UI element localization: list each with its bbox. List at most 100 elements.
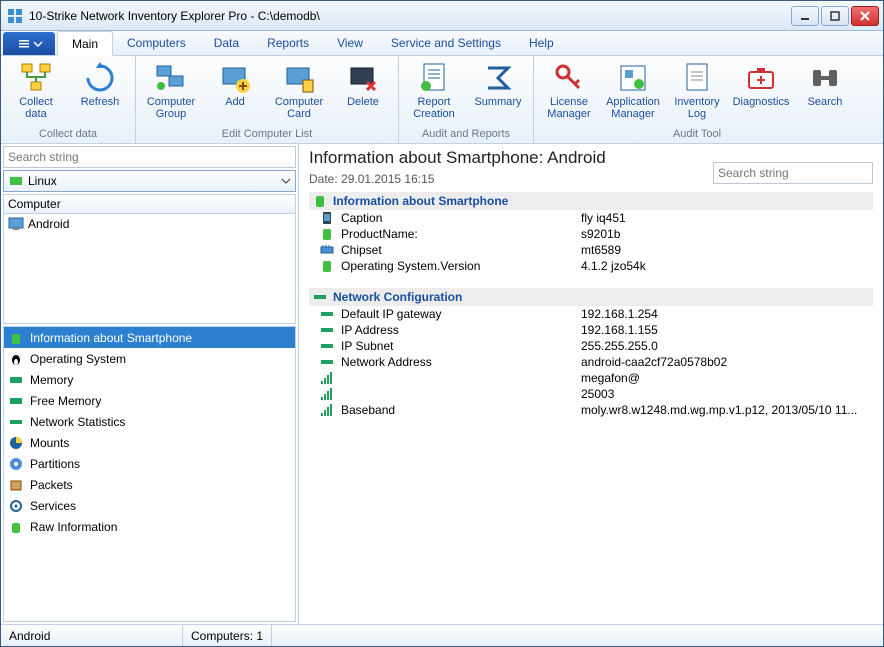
disk-icon [9, 457, 23, 471]
property-row: 25003 [309, 386, 873, 402]
property-value: 25003 [581, 387, 873, 401]
group-label-audit: Audit and Reports [405, 126, 527, 143]
property-value: 192.168.1.254 [581, 307, 873, 321]
cat-free-memory[interactable]: Free Memory [4, 390, 295, 411]
computer-column-header[interactable]: Computer [3, 194, 296, 214]
add-button[interactable]: Add [206, 58, 264, 108]
property-key: IP Subnet [341, 339, 581, 353]
property-row: ProductName:s9201b [309, 226, 873, 242]
delete-icon [347, 62, 379, 94]
application-manager-button[interactable]: Application Manager [604, 58, 662, 120]
section-info-smartphone: Information about Smartphone [309, 192, 873, 210]
status-bar: Android Computers: 1 [1, 624, 883, 646]
report-icon [418, 62, 450, 94]
property-row: megafon@ [309, 370, 873, 386]
cat-info-smartphone[interactable]: Information about Smartphone [4, 327, 295, 348]
close-button[interactable] [851, 6, 879, 26]
property-key: Operating System.Version [341, 259, 581, 273]
property-row: IP Address192.168.1.155 [309, 322, 873, 338]
prop-icon [320, 403, 334, 417]
tab-reports[interactable]: Reports [253, 31, 323, 55]
tab-computers[interactable]: Computers [113, 31, 200, 55]
android-icon [313, 194, 327, 208]
property-key: Default IP gateway [341, 307, 581, 321]
app-icon [7, 8, 23, 24]
tab-view[interactable]: View [323, 31, 377, 55]
cat-packets[interactable]: Packets [4, 474, 295, 495]
cat-raw-information[interactable]: Raw Information [4, 516, 295, 537]
computer-card-button[interactable]: Computer Card [270, 58, 328, 120]
cat-mounts[interactable]: Mounts [4, 432, 295, 453]
property-row: Chipsetmt6589 [309, 242, 873, 258]
add-icon [219, 62, 251, 94]
property-key: Caption [341, 211, 581, 225]
app-mgr-icon [617, 62, 649, 94]
search-button[interactable]: Search [796, 58, 854, 108]
group-combo[interactable]: Linux [3, 170, 296, 192]
computer-item-android[interactable]: Android [4, 214, 295, 234]
property-row: Default IP gateway192.168.1.254 [309, 306, 873, 322]
prop-icon [320, 259, 334, 273]
tab-help[interactable]: Help [515, 31, 568, 55]
cat-network-statistics[interactable]: Network Statistics [4, 411, 295, 432]
left-panel: Linux Computer Android Information about… [1, 144, 299, 624]
property-value: megafon@ [581, 371, 873, 385]
prop-icon [320, 307, 334, 321]
maximize-button[interactable] [821, 6, 849, 26]
minimize-button[interactable] [791, 6, 819, 26]
property-value: 255.255.255.0 [581, 339, 873, 353]
penguin-icon [9, 352, 23, 366]
license-manager-button[interactable]: License Manager [540, 58, 598, 120]
cat-partitions[interactable]: Partitions [4, 453, 295, 474]
app-window: 10-Strike Network Inventory Explorer Pro… [0, 0, 884, 647]
prop-icon [320, 227, 334, 241]
property-row: Basebandmoly.wr8.w1248.md.wg.mp.v1.p12, … [309, 402, 873, 418]
card-icon [283, 62, 315, 94]
summary-button[interactable]: Summary [469, 58, 527, 108]
prop-icon [320, 339, 334, 353]
property-row: Network Addressandroid-caa2cf72a0578b02 [309, 354, 873, 370]
tab-main[interactable]: Main [57, 31, 113, 56]
report-creation-button[interactable]: Report Creation [405, 58, 463, 120]
computer-group-button[interactable]: Computer Group [142, 58, 200, 120]
computer-tree: Android [3, 214, 296, 324]
prop-icon [320, 211, 334, 225]
cat-operating-system[interactable]: Operating System [4, 348, 295, 369]
property-value: fly iq451 [581, 211, 873, 225]
gear-icon [9, 499, 23, 513]
search-input-left[interactable] [3, 146, 296, 168]
tab-data[interactable]: Data [200, 31, 253, 55]
cat-memory[interactable]: Memory [4, 369, 295, 390]
prop-icon [320, 323, 334, 337]
property-key: Baseband [341, 403, 581, 417]
log-icon [681, 62, 713, 94]
file-menu-button[interactable] [3, 32, 55, 55]
diagnostics-button[interactable]: Diagnostics [732, 58, 790, 108]
collect-icon [20, 62, 52, 94]
search-input-right[interactable] [713, 162, 873, 184]
binoculars-icon [809, 62, 841, 94]
property-row: IP Subnet255.255.255.0 [309, 338, 873, 354]
inventory-log-button[interactable]: Inventory Log [668, 58, 726, 120]
collect-data-button[interactable]: Collect data [7, 58, 65, 120]
page-title: Information about Smartphone: Android [309, 148, 713, 168]
memory-icon [9, 394, 23, 408]
menu-strip: Main Computers Data Reports View Service… [1, 31, 883, 56]
status-count: Computers: 1 [183, 625, 272, 646]
android-icon [9, 331, 23, 345]
prop-icon [320, 243, 334, 257]
property-value: 192.168.1.155 [581, 323, 873, 337]
ribbon: Collect data Refresh Collect data Comput… [1, 56, 883, 144]
page-date: Date: 29.01.2015 16:15 [309, 172, 713, 186]
refresh-button[interactable]: Refresh [71, 58, 129, 108]
property-row: Operating System.Version4.1.2 jzo54k [309, 258, 873, 274]
group-label-collect: Collect data [7, 126, 129, 143]
tab-service[interactable]: Service and Settings [377, 31, 515, 55]
group-label-tool: Audit Tool [540, 126, 854, 143]
cat-services[interactable]: Services [4, 495, 295, 516]
pie-icon [9, 436, 23, 450]
property-value: 4.1.2 jzo54k [581, 259, 873, 273]
delete-button[interactable]: Delete [334, 58, 392, 108]
network-icon [313, 290, 327, 304]
property-key: IP Address [341, 323, 581, 337]
